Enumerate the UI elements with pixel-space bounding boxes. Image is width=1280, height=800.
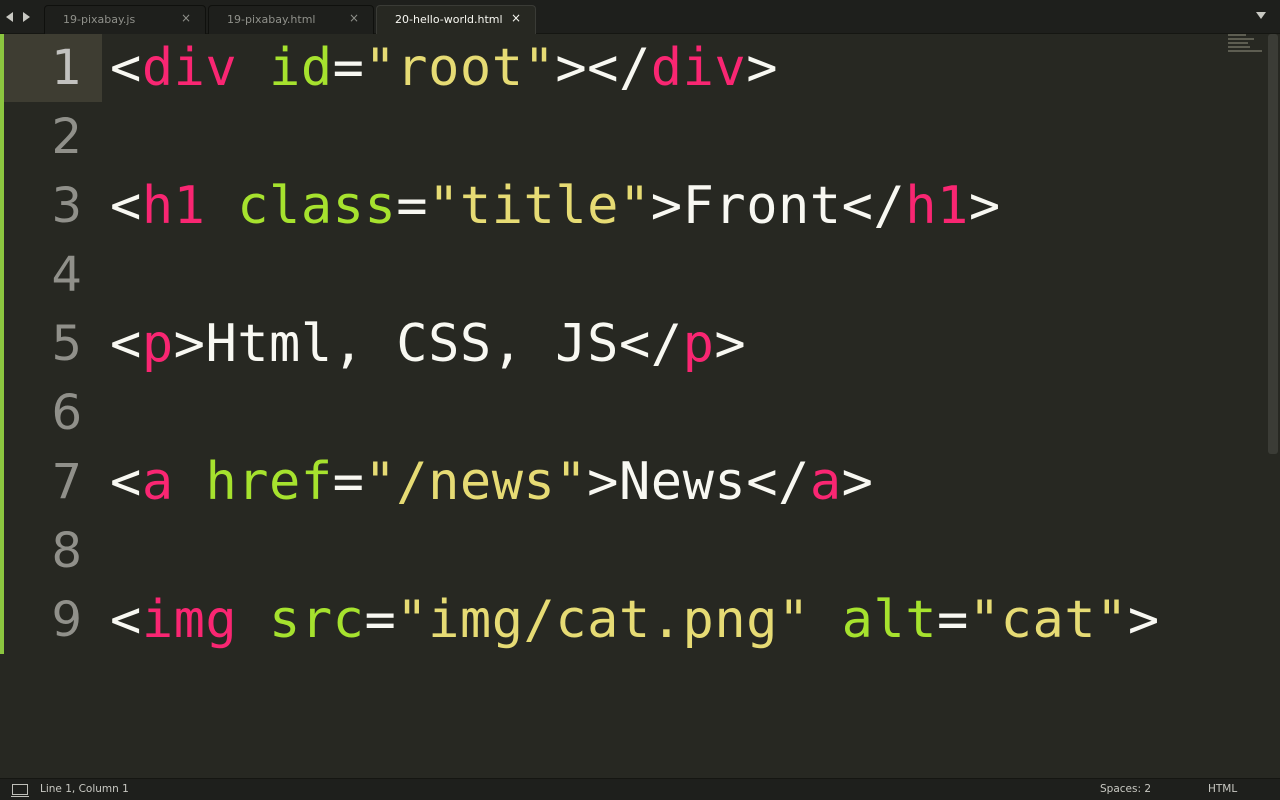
text-content: Front	[682, 176, 842, 236]
syntax-mode[interactable]: HTML	[1208, 783, 1237, 795]
tag-name: h1	[141, 176, 206, 236]
tab-navigation	[6, 8, 36, 26]
equals: =	[396, 176, 429, 236]
minimap-line	[1228, 42, 1248, 44]
status-bar: Line 1, Column 1 Spaces: 2 HTML	[0, 778, 1280, 800]
code-line-3[interactable]: <h1 class="title">Front</h1>	[110, 172, 1001, 241]
arrow-right-icon[interactable]	[23, 12, 30, 22]
line-number: 4	[51, 247, 82, 303]
minimap[interactable]	[1228, 34, 1264, 56]
bracket: >	[714, 314, 747, 374]
minimap-line	[1228, 34, 1246, 36]
equals: =	[364, 590, 397, 650]
tab-label: 19-pixabay.html	[227, 13, 316, 26]
code-line-1[interactable]: <div id="root"></div>	[110, 34, 778, 103]
tab-bar: 19-pixabay.js × 19-pixabay.html × 20-hel…	[0, 0, 1280, 34]
tab-label: 20-hello-world.html	[395, 13, 503, 26]
bracket: <	[110, 176, 142, 236]
equals: =	[332, 38, 365, 98]
line-number: 9	[51, 592, 82, 648]
bracket: </	[841, 176, 906, 236]
close-icon[interactable]: ×	[511, 11, 521, 25]
bracket: </	[587, 38, 651, 98]
attribute-value: "/news"	[364, 452, 588, 512]
attribute-name: src	[269, 590, 365, 650]
tab-19-pixabay-js[interactable]: 19-pixabay.js ×	[44, 5, 206, 34]
attribute-value: "cat"	[968, 590, 1128, 650]
bracket: >	[746, 38, 778, 98]
arrow-left-icon[interactable]	[6, 12, 13, 22]
attribute-name: id	[269, 38, 333, 98]
bracket: >	[1127, 590, 1160, 650]
bracket: <	[110, 452, 142, 512]
minimap-line	[1228, 38, 1254, 40]
tab-label: 19-pixabay.js	[63, 13, 136, 26]
line-number: 1	[51, 40, 82, 96]
indentation-setting[interactable]: Spaces: 2	[1100, 783, 1151, 795]
cursor-position: Line 1, Column 1	[40, 783, 129, 795]
tab-20-hello-world-html[interactable]: 20-hello-world.html ×	[376, 5, 536, 34]
text-content: Html, CSS, JS	[205, 314, 619, 374]
bracket: <	[110, 38, 142, 98]
attribute-name: href	[205, 452, 333, 512]
bracket: >	[173, 314, 206, 374]
line-number: 8	[51, 523, 82, 579]
attribute-value: "img/cat.png"	[396, 590, 810, 650]
line-number: 3	[51, 178, 82, 234]
line-number: 6	[51, 385, 82, 441]
code-editor[interactable]: 1 2 3 4 5 6 7 8 9 <div id="root"></div> …	[0, 34, 1280, 778]
bracket: >	[555, 38, 588, 98]
close-icon[interactable]: ×	[181, 11, 191, 25]
bracket: >	[587, 452, 619, 512]
tag-name: img	[141, 590, 238, 650]
bracket: <	[110, 590, 142, 650]
tag-name: div	[141, 38, 238, 98]
tag-name: a	[141, 452, 174, 512]
bracket: </	[746, 452, 810, 512]
bracket: >	[841, 452, 874, 512]
minimap-line	[1228, 50, 1262, 52]
line-number: 7	[51, 454, 82, 510]
tag-name: p	[682, 314, 715, 374]
line-number: 5	[51, 316, 82, 372]
tag-name: a	[809, 452, 842, 512]
line-number: 2	[51, 109, 82, 165]
bracket: >	[650, 176, 683, 236]
tag-name: h1	[905, 176, 969, 236]
attribute-name: class	[237, 176, 397, 236]
tag-name: p	[141, 314, 174, 374]
tag-name: div	[650, 38, 747, 98]
text-content: News	[618, 452, 747, 512]
code-line-7[interactable]: <a href="/news">News</a>	[110, 448, 873, 517]
bracket: <	[110, 314, 142, 374]
bracket: >	[968, 176, 1001, 236]
panel-icon[interactable]	[11, 784, 29, 797]
attribute-name: alt	[841, 590, 938, 650]
bracket: </	[618, 314, 683, 374]
equals: =	[332, 452, 365, 512]
modified-lines-marker	[0, 34, 4, 654]
code-line-5[interactable]: <p>Html, CSS, JS</p>	[110, 310, 746, 379]
attribute-value: "root"	[364, 38, 556, 98]
minimap-line	[1228, 46, 1250, 48]
equals: =	[937, 590, 969, 650]
close-icon[interactable]: ×	[349, 11, 359, 25]
tab-19-pixabay-html[interactable]: 19-pixabay.html ×	[208, 5, 374, 34]
vertical-scrollbar[interactable]	[1268, 34, 1278, 454]
chevron-down-icon[interactable]	[1256, 12, 1266, 19]
code-line-9[interactable]: <img src="img/cat.png" alt="cat">	[110, 586, 1160, 655]
attribute-value: "title"	[428, 176, 651, 236]
